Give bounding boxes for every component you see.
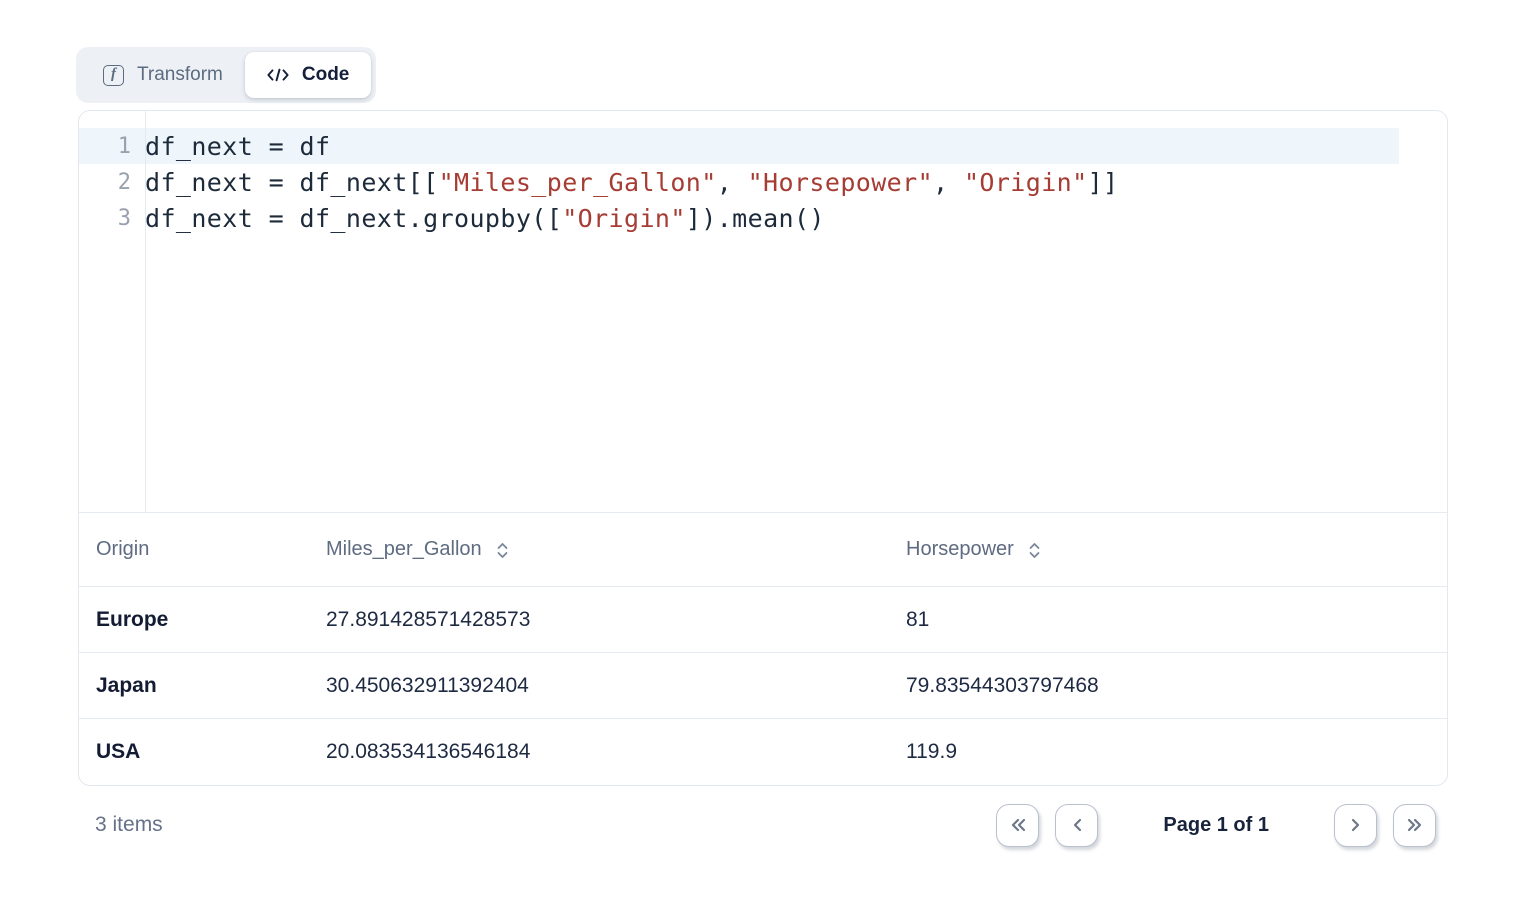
double-chevron-left-icon — [1009, 817, 1027, 833]
column-header-label: Miles_per_Gallon — [326, 538, 482, 561]
code-text: df_next = df_next.groupby(["Origin"]).me… — [145, 204, 825, 233]
column-header-label: Horsepower — [906, 538, 1014, 561]
tab-transform-label: Transform — [137, 64, 223, 86]
first-page-button[interactable] — [996, 804, 1039, 847]
code-segment: df_next = df_next.groupby([ — [145, 204, 562, 233]
table-footer: 3 items Page 1 of 1 — [78, 801, 1436, 849]
tab-code[interactable]: Code — [245, 52, 372, 98]
double-chevron-right-icon — [1406, 817, 1424, 833]
tab-transform[interactable]: f Transform — [81, 52, 245, 98]
cell-miles-per-gallon: 27.891428571428573 — [326, 608, 906, 632]
result-table: OriginMiles_per_GallonHorsepower Europe2… — [79, 513, 1447, 785]
code-text: df_next = df_next[["Miles_per_Gallon", "… — [145, 168, 1118, 197]
prev-page-button[interactable] — [1055, 804, 1098, 847]
pagination: Page 1 of 1 — [996, 804, 1436, 847]
chevron-right-icon — [1350, 817, 1362, 833]
code-segment: "Horsepower" — [748, 168, 933, 197]
tab-code-label: Code — [302, 64, 350, 86]
code-segment: "Origin" — [562, 204, 686, 233]
cell-horsepower: 79.83544303797468 — [906, 674, 1447, 698]
column-header-origin: Origin — [79, 538, 326, 561]
code-line[interactable]: 2df_next = df_next[["Miles_per_Gallon", … — [79, 164, 1399, 200]
sort-icon[interactable] — [496, 542, 509, 559]
table-body: Europe27.89142857142857381Japan30.450632… — [79, 587, 1447, 785]
code-segment: df_next = df — [145, 132, 330, 161]
table-row: Japan30.45063291139240479.83544303797468 — [79, 653, 1447, 719]
code-editor[interactable]: 1df_next = df2df_next = df_next[["Miles_… — [79, 111, 1447, 513]
code-segment: ]] — [1088, 168, 1119, 197]
code-segment: , — [717, 168, 748, 197]
cell-origin: Europe — [79, 608, 326, 632]
code-segment: , — [933, 168, 964, 197]
code-segment: "Origin" — [964, 168, 1088, 197]
cell-origin: USA — [79, 740, 326, 764]
code-text: df_next = df — [145, 132, 330, 161]
column-header-miles_per_gallon[interactable]: Miles_per_Gallon — [326, 538, 906, 561]
table-row: USA20.083534136546184119.9 — [79, 719, 1447, 785]
line-number: 2 — [79, 170, 145, 195]
line-number: 1 — [79, 134, 145, 159]
sort-icon[interactable] — [1028, 542, 1041, 559]
chevron-left-icon — [1071, 817, 1083, 833]
column-header-horsepower[interactable]: Horsepower — [906, 538, 1447, 561]
next-page-button[interactable] — [1334, 804, 1377, 847]
gutter-divider — [145, 111, 146, 512]
cell-miles-per-gallon: 20.083534136546184 — [326, 740, 906, 764]
items-count: 3 items — [78, 813, 163, 837]
table-header-row: Origin Miles_per_Gallon Horsepower — [79, 513, 1447, 587]
function-icon: f — [103, 65, 124, 86]
cell-miles-per-gallon: 30.450632911392404 — [326, 674, 906, 698]
page-indicator: Page 1 of 1 — [1163, 814, 1269, 837]
column-header-label: Origin — [96, 538, 149, 561]
code-panel: 1df_next = df2df_next = df_next[["Miles_… — [78, 110, 1448, 786]
view-toggle-tabs: f Transform Code — [76, 47, 376, 103]
cell-horsepower: 81 — [906, 608, 1447, 632]
code-segment: ]).mean() — [686, 204, 825, 233]
cell-origin: Japan — [79, 674, 326, 698]
code-line[interactable]: 3df_next = df_next.groupby(["Origin"]).m… — [79, 200, 1399, 236]
cell-horsepower: 119.9 — [906, 740, 1447, 764]
code-icon — [267, 66, 289, 84]
table-row: Europe27.89142857142857381 — [79, 587, 1447, 653]
line-number: 3 — [79, 206, 145, 231]
code-segment: df_next = df_next[[ — [145, 168, 439, 197]
code-segment: "Miles_per_Gallon" — [439, 168, 717, 197]
last-page-button[interactable] — [1393, 804, 1436, 847]
code-line[interactable]: 1df_next = df — [79, 128, 1399, 164]
